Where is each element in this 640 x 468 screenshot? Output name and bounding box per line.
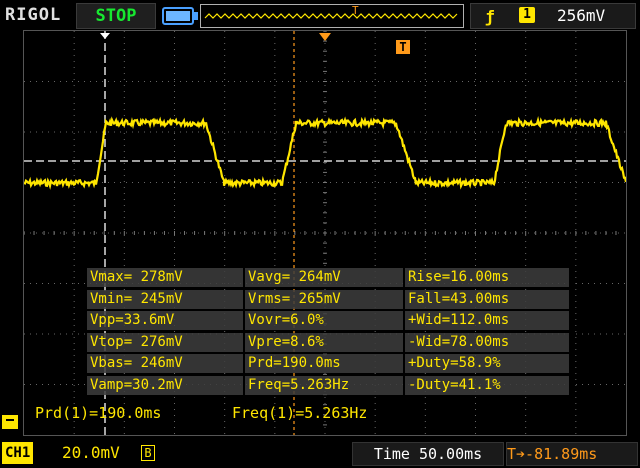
measurement-cell: Vrms= 265mV <box>245 289 405 309</box>
battery-icon <box>162 7 198 25</box>
timebase-readout[interactable]: Time 50.00ms <box>352 442 504 466</box>
measurement-cell: -Wid=78.00ms <box>405 332 571 352</box>
measurement-cell: Vovr=6.0% <box>245 311 405 331</box>
trigger-position-marker: T <box>396 40 410 54</box>
measurement-table: Vmax= 278mV Vavg= 264mV Rise=16.00ms Vmin= … <box>87 268 571 398</box>
trigger-settings-box[interactable]: ƒ 1 256mV <box>470 3 636 29</box>
run-stop-indicator[interactable]: STOP <box>76 3 156 29</box>
measurement-cell: +Duty=58.9% <box>405 354 571 374</box>
footer-bar: CH1 20.0mV B Time 50.00ms T➔-81.89ms <box>0 438 640 468</box>
measurement-row: Vmin= 245mV Vrms= 265mV Fall=43.00ms <box>87 289 571 309</box>
measurement-cell: Prd=190.0ms <box>245 354 405 374</box>
trigger-offset-readout[interactable]: T➔-81.89ms <box>506 442 638 466</box>
volts-per-div[interactable]: 20.0mV <box>62 442 120 464</box>
measurement-row: Vmax= 278mV Vavg= 264mV Rise=16.00ms <box>87 268 571 287</box>
status-bar: RIGOL STOP T ƒ 1 256mV <box>0 0 640 30</box>
measurement-cell: Vbas= 246mV <box>87 354 245 374</box>
memory-depth-strip: T <box>200 4 464 28</box>
measurement-row: Vpp=33.6mV Vovr=6.0% +Wid=112.0ms <box>87 311 571 331</box>
measurement-cell: Vtop= 276mV <box>87 332 245 352</box>
measurement-row: Vamp=30.2mV Freq=5.263Hz -Duty=41.1% <box>87 376 571 395</box>
measurement-row: Vbas= 246mV Prd=190.0ms +Duty=58.9% <box>87 354 571 374</box>
channel1-tag[interactable]: CH1 <box>2 442 34 464</box>
measurement-cell: Vamp=30.2mV <box>87 376 245 395</box>
bandwidth-limit-badge: B <box>141 445 155 461</box>
measurement-cell: Freq=5.263Hz <box>245 376 405 395</box>
measurement-cell: Vpre=8.6% <box>245 332 405 352</box>
frequency-stat: Freq(1)=5.263Hz <box>232 404 368 422</box>
channel1-trace <box>24 116 626 190</box>
measurement-cell: -Duty=41.1% <box>405 376 571 395</box>
brand-logo: RIGOL <box>5 5 62 25</box>
memory-waveform-preview: T <box>204 5 458 19</box>
measurement-cell: Vavg= 264mV <box>245 268 405 287</box>
measurement-cell: +Wid=112.0ms <box>405 311 571 331</box>
trigger-arrow-icon <box>319 33 331 41</box>
measurement-cell: Vmin= 245mV <box>87 289 245 309</box>
trigger-source-channel: 1 <box>519 7 535 23</box>
period-stat: Prd(1)=190.0ms <box>35 404 162 422</box>
cursor-marker-icon <box>100 33 110 39</box>
trigger-level-readout: 256mV <box>557 6 606 25</box>
measurement-cell: Vpp=33.6mV <box>87 311 245 331</box>
channel-ground-marker-icon <box>2 415 18 429</box>
measurement-cell: Vmax= 278mV <box>87 268 245 287</box>
rising-edge-icon: ƒ <box>485 7 495 26</box>
measurement-cell: Rise=16.00ms <box>405 268 571 287</box>
measurement-row: Vtop= 276mV Vpre=8.6% -Wid=78.00ms <box>87 332 571 352</box>
memory-trigger-marker: T <box>352 5 359 17</box>
measurement-cell: Fall=43.00ms <box>405 289 571 309</box>
